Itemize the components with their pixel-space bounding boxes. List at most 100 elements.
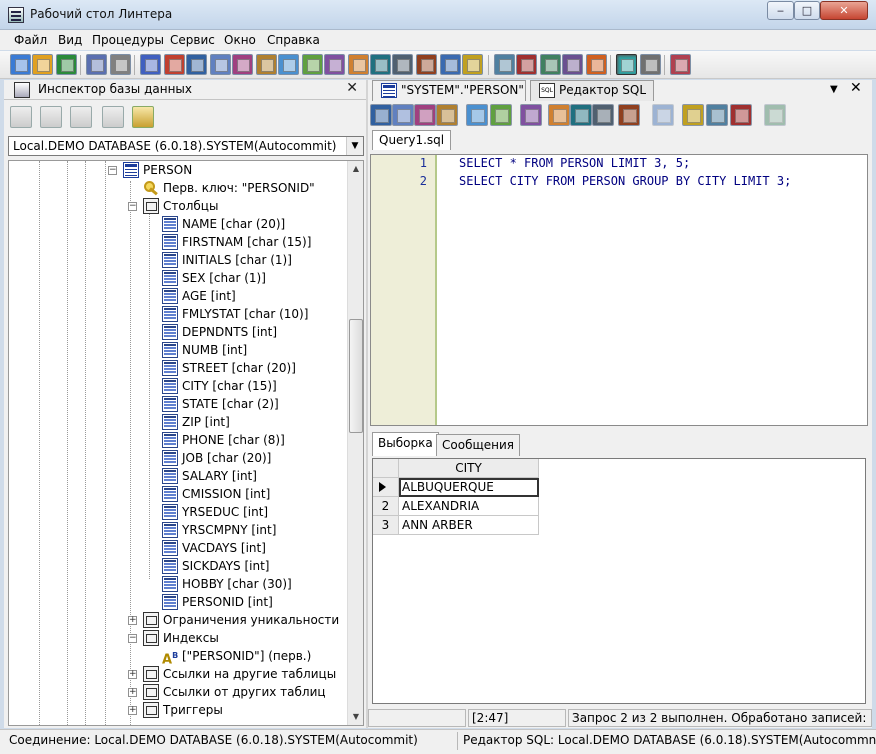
toolbar-separator — [80, 55, 81, 75]
toolbar-button-24[interactable] — [562, 54, 583, 75]
inspector-close-icon[interactable]: ✕ — [346, 80, 358, 96]
column-icon — [162, 432, 178, 448]
toolbar-button-16[interactable] — [370, 54, 391, 75]
grid-row-header[interactable]: 2 — [373, 497, 399, 516]
toolbar-button-6[interactable] — [140, 54, 161, 75]
sql-toolbar-button-14[interactable] — [706, 104, 728, 126]
toolbar-button-11[interactable] — [256, 54, 277, 75]
sql-toolbar-button-10[interactable] — [592, 104, 614, 126]
menu-file[interactable]: Файл — [14, 33, 47, 47]
tab-selection[interactable]: Выборка — [372, 432, 439, 456]
grid-cell[interactable]: ALEXANDRIA — [399, 497, 539, 516]
sql-editor[interactable]: 1 2 SELECT * FROM PERSON LIMIT 3, 5; SEL… — [370, 154, 868, 426]
tree-collapse-columns[interactable]: − — [128, 202, 137, 211]
close-tab-icon[interactable]: ✕ — [850, 80, 862, 96]
tree-expand-refs-to[interactable]: + — [128, 670, 137, 679]
sql-toolbar-button-15[interactable] — [730, 104, 752, 126]
toolbar-button-14[interactable] — [324, 54, 345, 75]
menu-view[interactable]: Вид — [58, 33, 82, 47]
toolbar-button-26[interactable] — [616, 54, 637, 75]
menu-procedures[interactable]: Процедуры — [92, 33, 164, 47]
insp-connect-button[interactable] — [10, 106, 32, 128]
results-grid[interactable]: CITY ALBUQUERQUE 2 ALEXANDRIA 3 ANN ARBE… — [372, 458, 866, 704]
tree-collapse-indexes[interactable]: − — [128, 634, 137, 643]
tree-expand-refs-from[interactable]: + — [128, 688, 137, 697]
toolbar-button-25[interactable] — [586, 54, 607, 75]
sql-toolbar-button-4[interactable] — [436, 104, 458, 126]
inspector-title: Инспектор базы данных — [38, 82, 193, 96]
grid-row-header[interactable] — [373, 478, 399, 497]
sql-toolbar-button-5[interactable] — [466, 104, 488, 126]
sql-toolbar-button-7[interactable] — [520, 104, 542, 126]
toolbar-button-10[interactable] — [232, 54, 253, 75]
sql-toolbar-button-11[interactable] — [618, 104, 640, 126]
toolbar-button-1[interactable] — [10, 54, 31, 75]
chevron-down-icon[interactable]: ▼ — [346, 137, 363, 155]
tree-collapse-person[interactable]: − — [108, 166, 117, 175]
sql-toolbar-button-6[interactable] — [490, 104, 512, 126]
sql-toolbar-button-1[interactable] — [370, 104, 392, 126]
toolbar-button-28[interactable] — [670, 54, 691, 75]
toolbar-button-4[interactable] — [86, 54, 107, 75]
tree-scrollbar[interactable]: ▲ ▼ — [347, 161, 363, 725]
grid-cell[interactable]: ANN ARBER — [399, 516, 539, 535]
insp-filter-button[interactable] — [132, 106, 154, 128]
connection-select[interactable]: Local.DEMO DATABASE (6.0.18).SYSTEM(Auto… — [8, 136, 364, 156]
toolbar-button-13[interactable] — [302, 54, 323, 75]
minimize-button[interactable]: ‒ — [767, 1, 794, 20]
sql-toolbar-button-13[interactable] — [682, 104, 704, 126]
database-tree[interactable]: − PERSON Перв. ключ: "PERSONID" − Столбц… — [8, 160, 364, 726]
line-gutter: 1 2 — [371, 155, 437, 425]
result-tabs: Выборка Сообщения — [370, 432, 868, 456]
toolbar-button-19[interactable] — [440, 54, 461, 75]
scroll-up-icon[interactable]: ▲ — [348, 161, 363, 177]
toolbar-button-9[interactable] — [210, 54, 231, 75]
maximize-button[interactable]: □ — [794, 1, 820, 20]
tree-expand-triggers[interactable]: + — [128, 706, 137, 715]
sql-toolbar-button-2[interactable] — [392, 104, 414, 126]
scroll-thumb[interactable] — [349, 319, 363, 433]
tab-messages[interactable]: Сообщения — [436, 434, 521, 456]
toolbar-button-23[interactable] — [540, 54, 561, 75]
toolbar-button-20[interactable] — [462, 54, 483, 75]
sql-toolbar-button-16[interactable] — [764, 104, 786, 126]
sql-toolbar-button-9[interactable] — [570, 104, 592, 126]
tab-query1[interactable]: Query1.sql — [372, 130, 452, 150]
toolbar-button-21[interactable] — [494, 54, 515, 75]
tab-table-person[interactable]: "SYSTEM"."PERSON" — [372, 80, 526, 101]
status-connection: Соединение: Local.DEMO DATABASE (6.0.18)… — [6, 732, 458, 750]
menu-help[interactable]: Справка — [267, 33, 320, 47]
sql-toolbar-button-3[interactable] — [414, 104, 436, 126]
tab-list-chevron-icon[interactable]: ▼ — [830, 84, 838, 95]
grid-cell[interactable]: ALBUQUERQUE — [399, 478, 539, 497]
toolbar-button-5[interactable] — [110, 54, 131, 75]
tab-sql-editor[interactable]: SQL Редактор SQL — [530, 80, 654, 101]
code-line: SELECT * FROM PERSON LIMIT 3, 5; — [459, 156, 691, 170]
toolbar-button-7[interactable] — [164, 54, 185, 75]
close-window-button[interactable]: ✕ — [820, 1, 868, 20]
grid-column-header[interactable]: CITY — [399, 459, 539, 478]
toolbar-button-3[interactable] — [56, 54, 77, 75]
menu-window[interactable]: Окно — [224, 33, 256, 47]
toolbar-button-17[interactable] — [392, 54, 413, 75]
toolbar-button-18[interactable] — [416, 54, 437, 75]
toolbar-button-15[interactable] — [348, 54, 369, 75]
grid-row-header[interactable]: 3 — [373, 516, 399, 535]
toolbar-button-2[interactable] — [32, 54, 53, 75]
sql-toolbar-button-12[interactable] — [652, 104, 674, 126]
column-icon — [162, 396, 178, 412]
sql-toolbar-button-8[interactable] — [548, 104, 570, 126]
insp-object-button[interactable] — [70, 106, 92, 128]
column-icon — [162, 414, 178, 430]
insp-refresh-button[interactable] — [102, 106, 124, 128]
toolbar-button-22[interactable] — [516, 54, 537, 75]
tree-expand-unique[interactable]: + — [128, 616, 137, 625]
menu-service[interactable]: Сервис — [170, 33, 215, 47]
toolbar-button-8[interactable] — [186, 54, 207, 75]
column-icon — [162, 522, 178, 538]
insp-user-button[interactable] — [40, 106, 62, 128]
query-status-message: Запрос 2 из 2 выполнен. Обработано запис… — [568, 709, 872, 727]
toolbar-button-12[interactable] — [278, 54, 299, 75]
scroll-down-icon[interactable]: ▼ — [348, 709, 363, 725]
toolbar-button-27[interactable] — [640, 54, 661, 75]
